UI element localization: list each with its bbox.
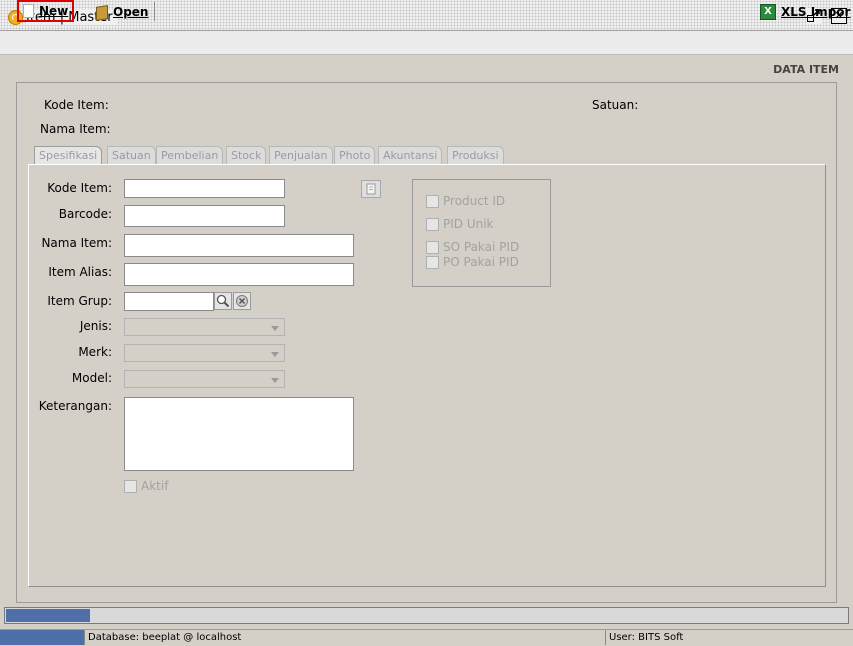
product-id-label: Product ID	[443, 194, 506, 208]
nama-item-label: Nama Item:	[41, 236, 112, 250]
item-grup-input[interactable]	[124, 292, 214, 311]
po-pakai-pid-checkbox[interactable]: PO Pakai PID	[426, 255, 519, 269]
jenis-label: Jenis:	[79, 319, 112, 333]
kode-item-generate-button[interactable]	[361, 180, 381, 198]
model-select[interactable]	[124, 370, 285, 388]
so-pakai-pid-checkbox[interactable]: SO Pakai PID	[426, 240, 519, 254]
section-title: DATA ITEM	[773, 63, 839, 76]
jenis-select[interactable]	[124, 318, 285, 336]
item-grup-search-button[interactable]	[214, 292, 232, 310]
kode-item-header-label: Kode Item:	[44, 98, 109, 112]
keterangan-label: Keterangan:	[38, 399, 112, 413]
toolbar	[0, 31, 853, 55]
nama-item-header-label: Nama Item:	[40, 122, 111, 136]
xls-import-button[interactable]: X XLS Impor	[760, 2, 850, 21]
status-user: User: BITS Soft	[609, 632, 684, 643]
progress-bar	[4, 607, 849, 624]
aktif-checkbox-box[interactable]	[124, 479, 137, 493]
new-button-label: New	[39, 4, 69, 18]
keterangan-textarea[interactable]	[124, 397, 354, 471]
merk-label: Merk:	[78, 345, 112, 359]
tab-spesifikasi[interactable]: Spesifikasi	[34, 146, 103, 165]
aktif-label: Aktif	[141, 479, 169, 493]
nama-item-input[interactable]	[124, 234, 354, 257]
product-id-checkbox[interactable]: Product ID	[426, 194, 505, 208]
kode-item-input[interactable]	[124, 179, 285, 198]
pid-unik-checkbox[interactable]: PID Unik	[426, 217, 494, 231]
product-id-checkbox-box[interactable]	[426, 194, 439, 208]
so-pakai-pid-checkbox-box[interactable]	[426, 240, 439, 254]
tab-stock[interactable]: Stock	[226, 146, 267, 164]
item-grup-label: Item Grup:	[47, 294, 112, 308]
new-button[interactable]: New	[17, 0, 74, 22]
xls-import-label: XLS Impor	[781, 4, 851, 19]
excel-icon: X	[760, 3, 776, 20]
satuan-header-label: Satuan:	[592, 98, 639, 112]
aktif-checkbox[interactable]: Aktif	[124, 479, 168, 493]
progress-fill	[6, 609, 90, 622]
pid-unik-checkbox-box[interactable]	[426, 217, 439, 231]
barcode-input[interactable]	[124, 205, 285, 227]
status-database: Database: beeplat @ localhost	[85, 630, 606, 645]
new-document-icon	[23, 4, 34, 18]
item-alias-input[interactable]	[124, 263, 354, 286]
item-grup-clear-button[interactable]	[233, 292, 251, 310]
tab-produksi[interactable]: Produksi	[447, 146, 504, 164]
barcode-label: Barcode:	[58, 207, 112, 221]
model-label: Model:	[71, 371, 112, 385]
status-indicator	[0, 630, 85, 645]
item-alias-label: Item Alias:	[48, 265, 112, 279]
tab-pembelian[interactable]: Pembelian	[156, 146, 224, 164]
document-icon	[366, 183, 376, 195]
kode-item-label: Kode Item:	[47, 181, 112, 195]
clear-icon	[233, 292, 251, 310]
tab-akuntansi[interactable]: Akuntansi	[378, 146, 443, 164]
tab-photo[interactable]: Photo	[334, 146, 376, 164]
open-button[interactable]: Open	[94, 2, 148, 21]
tab-penjualan[interactable]: Penjualan	[269, 146, 333, 164]
po-pakai-pid-label: PO Pakai PID	[443, 255, 519, 269]
so-pakai-pid-label: SO Pakai PID	[443, 240, 520, 254]
open-button-label: Open	[113, 4, 149, 19]
toolbar-separator	[154, 2, 155, 21]
merk-select[interactable]	[124, 344, 285, 362]
open-icon	[94, 5, 108, 19]
tab-satuan[interactable]: Satuan	[107, 146, 156, 164]
pid-unik-label: PID Unik	[443, 217, 494, 231]
po-pakai-pid-checkbox-box[interactable]	[426, 255, 439, 269]
status-bar: Database: beeplat @ localhost User: BITS…	[0, 629, 853, 646]
search-icon	[214, 292, 232, 310]
